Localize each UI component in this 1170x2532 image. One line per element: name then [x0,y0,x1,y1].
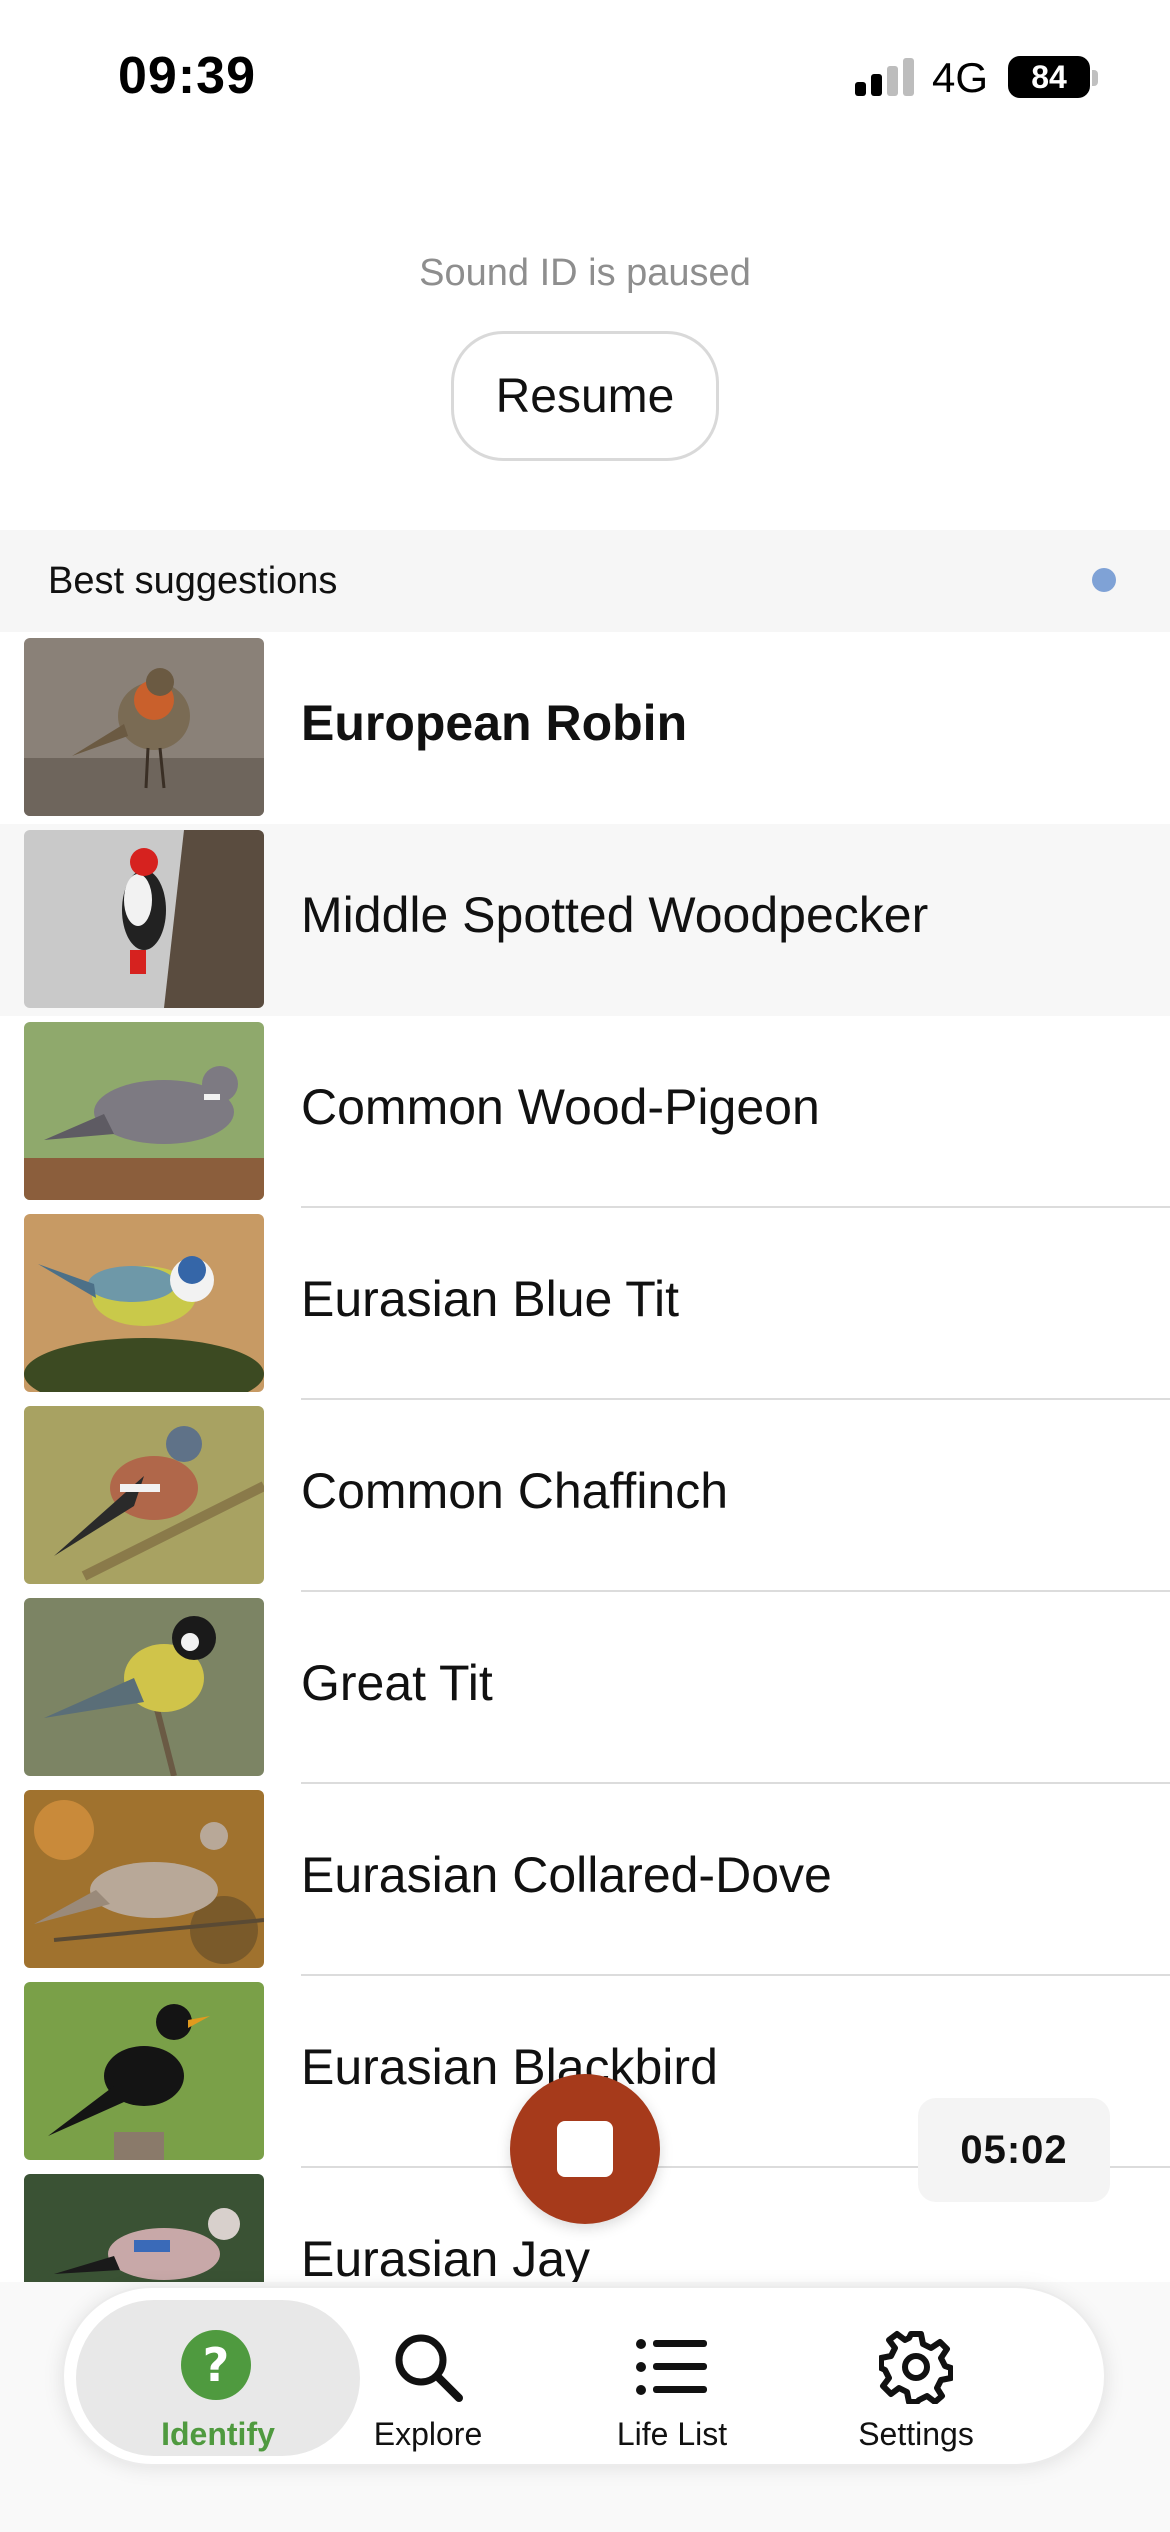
tab-life-list[interactable]: Life List [572,2300,772,2456]
species-name: Middle Spotted Woodpecker [301,887,929,943]
chaffinch-photo [24,1406,264,1584]
battery-tip [1092,70,1098,86]
list-item[interactable]: Great Tit [0,1592,1170,1784]
tab-identify[interactable]: ? Identify [76,2300,360,2456]
list-item[interactable]: Common Chaffinch [0,1400,1170,1592]
woodpecker-photo [24,830,264,1008]
battery-level: 84 [1031,58,1067,95]
battery-icon: 84 [1008,56,1090,98]
sound-id-status: Sound ID is paused [419,252,751,294]
species-name: Common Wood-Pigeon [301,1079,820,1135]
stop-recording-button[interactable] [510,2074,660,2224]
species-name: Eurasian Collared-Dove [301,1847,832,1903]
status-time: 09:39 [118,47,256,105]
tab-explore[interactable]: Explore [328,2300,528,2456]
live-indicator-dot [1092,568,1116,592]
species-name: Eurasian Blue Tit [301,1271,679,1327]
tab-label: Explore [373,2416,483,2452]
species-name: European Robin [301,695,688,751]
stop-icon [557,2121,613,2177]
species-name: Eurasian Blackbird [301,2039,718,2095]
list-item[interactable]: Eurasian Collared-Dove [0,1784,1170,1976]
jay-photo [24,2174,264,2282]
network-type: 4G [932,54,989,101]
list-item[interactable]: European Robin [0,632,1170,824]
tab-settings[interactable]: Settings [816,2300,1016,2456]
species-name: Eurasian Jay [301,2231,591,2282]
european-robin-photo [24,638,264,816]
wood-pigeon-photo [24,1022,264,1200]
tab-label: Identify [161,2416,275,2452]
blue-tit-photo [24,1214,264,1392]
gear-icon [878,2330,954,2405]
blackbird-photo [24,1982,264,2160]
species-list: European Robin Middle Spotted Woodpecker [0,632,1170,2282]
species-name: Great Tit [301,1655,493,1711]
recording-timer: 05:02 [918,2098,1110,2202]
species-name: Common Chaffinch [301,1463,729,1519]
resume-button[interactable]: Resume [451,331,719,461]
suggestions-title: Best suggestions [48,560,338,602]
identify-icon: ? [181,2330,255,2404]
suggestions-header: Best suggestions [0,530,1170,632]
list-item[interactable]: Eurasian Blue Tit [0,1208,1170,1400]
search-icon [391,2330,465,2404]
tab-label: Settings [858,2416,974,2452]
cellular-signal-icon [855,58,917,96]
tab-label: Life List [616,2416,728,2452]
collared-dove-photo [24,1790,264,1968]
tab-bar: ? Identify Explore Life List Settings [62,2286,1106,2466]
status-bar: 09:39 4G 84 [0,0,1170,150]
list-item[interactable]: Common Wood-Pigeon [0,1016,1170,1208]
list-icon [635,2330,709,2404]
great-tit-photo [24,1598,264,1776]
list-item[interactable]: Middle Spotted Woodpecker [0,824,1170,1016]
